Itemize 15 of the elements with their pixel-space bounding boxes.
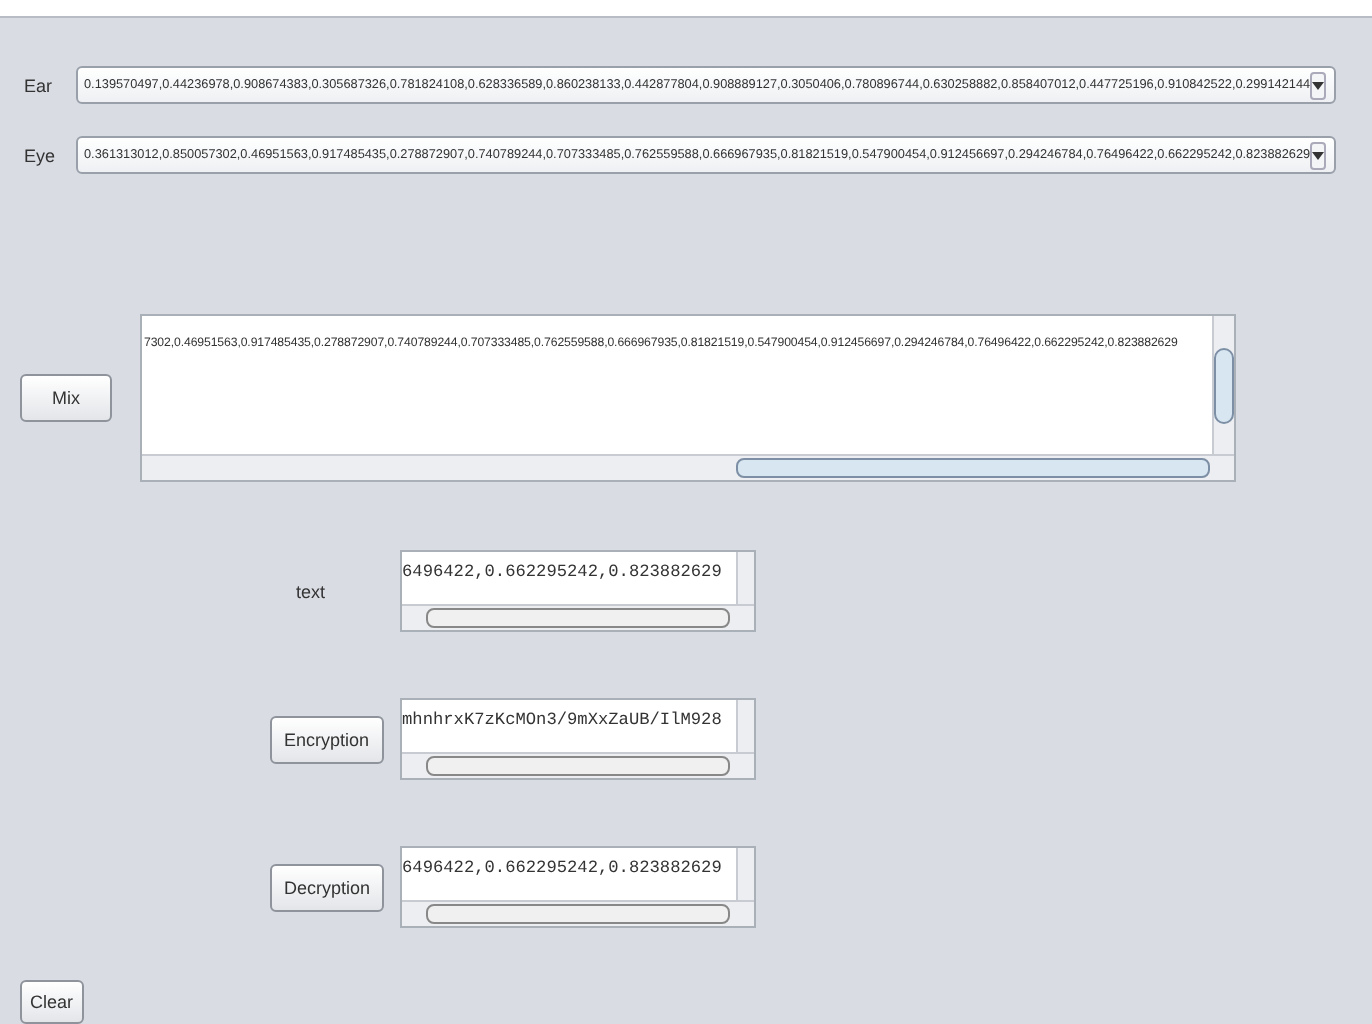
clear-button[interactable]: Clear (20, 980, 84, 1024)
field-label: Ear (24, 75, 55, 95)
action-button[interactable]: Encryption (270, 715, 384, 763)
horizontal-scrollbar[interactable] (142, 454, 1234, 480)
horizontal-scrollbar[interactable] (402, 752, 754, 778)
vertical-scrollbar[interactable] (736, 848, 754, 900)
vertical-scrollbar[interactable] (1212, 316, 1234, 454)
field-label: Eye (24, 145, 58, 165)
text-label: text (294, 581, 326, 601)
vertical-scrollbar[interactable] (736, 552, 754, 604)
horizontal-scrollbar[interactable] (402, 900, 754, 926)
action-button[interactable]: Decryption (270, 863, 385, 911)
horizontal-scrollbar[interactable] (402, 604, 754, 630)
mix-button[interactable]: Mix (20, 374, 112, 422)
vertical-scrollbar[interactable] (736, 700, 754, 752)
